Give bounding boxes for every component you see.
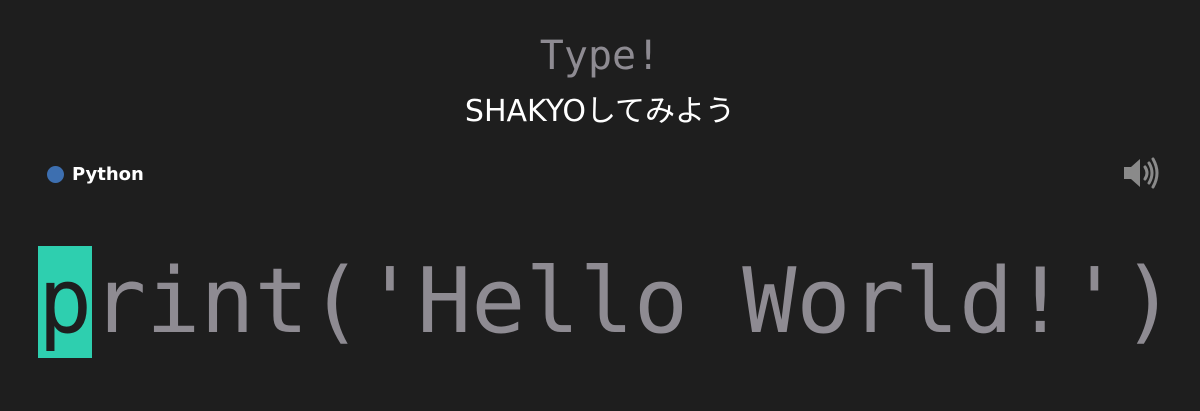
language-label: Python xyxy=(72,163,144,185)
speaker-volume-icon xyxy=(1124,157,1159,189)
remaining-code-text: rint('Hello World!') xyxy=(92,249,1176,354)
page-subtitle: SHAKYOしてみよう xyxy=(464,94,736,129)
current-character-cursor: p xyxy=(38,246,92,358)
sound-toggle-button[interactable] xyxy=(1120,155,1164,191)
language-indicator: Python xyxy=(47,160,144,188)
language-dot-icon xyxy=(47,165,64,183)
page-title: Type! xyxy=(539,33,661,79)
typing-line[interactable]: p rint('Hello World!') xyxy=(38,246,1176,358)
